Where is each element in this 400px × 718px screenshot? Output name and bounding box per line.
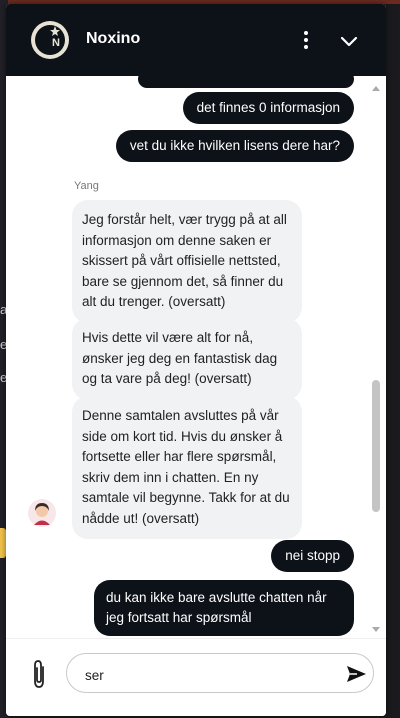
send-icon[interactable] [345, 663, 367, 685]
message-list[interactable]: det finnes 0 informasjon vet du ikke hvi… [6, 76, 386, 646]
scrollbar[interactable] [371, 82, 381, 642]
user-message-partial [138, 76, 354, 88]
agent-message: Denne samtalen avsluttes på vår side om … [72, 396, 302, 539]
user-message: det finnes 0 informasjon [182, 92, 354, 124]
agent-name: Yang [74, 180, 99, 192]
user-message: nei stopp [271, 540, 354, 572]
message-input[interactable] [83, 664, 327, 686]
scroll-up-arrow[interactable] [372, 86, 380, 91]
agent-message: Hvis dette vil være alt for nå, ønsker j… [72, 318, 302, 400]
brand-name: Noxino [86, 30, 141, 47]
scrollbar-thumb[interactable] [372, 380, 380, 512]
chat-widget: N Noxino det finnes 0 informasjon vet du… [6, 4, 386, 716]
scroll-down-arrow[interactable] [372, 627, 380, 632]
kebab-menu-icon[interactable] [296, 28, 316, 52]
agent-avatar [28, 499, 56, 527]
user-message: vet du ikke hvilken lisens dere har? [115, 130, 354, 162]
chat-header: N Noxino [6, 4, 386, 76]
moon-star-chip-icon: N [31, 21, 69, 59]
message-input-wrapper[interactable] [66, 653, 374, 693]
composer [6, 638, 386, 716]
paperclip-icon[interactable] [30, 659, 48, 689]
svg-text:N: N [52, 37, 60, 49]
chevron-down-icon[interactable] [338, 30, 360, 52]
user-message: du kan ikke bare avslutte chatten når je… [94, 580, 354, 636]
agent-message: Jeg forstår helt, vær trygg på at all in… [72, 200, 302, 323]
